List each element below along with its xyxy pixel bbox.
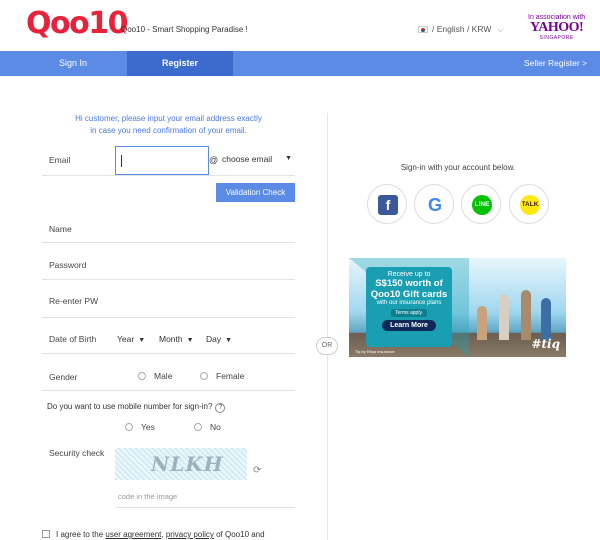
dob-day-select[interactable]: Day ▼: [206, 334, 232, 344]
email-notice: Hi customer, please input your email add…: [42, 113, 295, 137]
radio-circle-icon: [138, 372, 146, 380]
at-symbol: @: [209, 155, 219, 165]
person-figure: [499, 294, 509, 340]
banner-byline: Tiq by Etiqa Insurance: [355, 349, 395, 354]
promo-line-3: Qoo10 Gift cards: [370, 289, 448, 300]
header: Qoo10 Qoo10 - Smart Shopping Paradise ! …: [0, 0, 600, 51]
partner-name: YAHOO!: [529, 20, 584, 35]
gender-female-label: Female: [216, 371, 245, 381]
vertical-divider: [327, 113, 328, 540]
notice-line-1: Hi customer, please input your email add…: [75, 114, 262, 123]
dropdown-arrow-icon: ▼: [285, 155, 292, 162]
chevron-down-icon: ⌵: [497, 25, 504, 34]
radio-circle-icon: [200, 372, 208, 380]
dropdown-arrow-icon: ▼: [225, 337, 233, 344]
korea-flag-icon: [418, 26, 428, 33]
dob-label: Date of Birth: [49, 334, 97, 344]
email-domain-value: choose email: [222, 154, 273, 164]
promo-line-1: Receive up to: [387, 271, 431, 278]
promo-card: Receive up to S$150 worth of Qoo10 Gift …: [366, 267, 452, 347]
dropdown-arrow-icon: ▼: [186, 337, 194, 344]
mobile-question-text: Do you want to use mobile number for sig…: [47, 402, 213, 411]
facebook-icon: f: [378, 195, 398, 215]
slogan: Qoo10 - Smart Shopping Paradise !: [121, 25, 248, 34]
gender-female-radio[interactable]: Female: [200, 371, 244, 381]
user-agreement-link[interactable]: user agreement: [105, 530, 161, 539]
tab-sign-in[interactable]: Sign In: [0, 51, 146, 76]
gender-male-label: Male: [154, 371, 173, 381]
person-figure: [477, 306, 487, 340]
password-label: Password: [49, 260, 87, 270]
mobile-signin-question: Do you want to use mobile number for sig…: [47, 402, 226, 413]
language-label: / English / KRW: [432, 24, 492, 34]
mobile-yes-radio[interactable]: Yes: [125, 422, 155, 432]
insurance-promo-banner[interactable]: Receive up to S$150 worth of Qoo10 Gift …: [349, 258, 566, 357]
or-badge: OR: [316, 337, 338, 355]
dob-month-select[interactable]: Month ▼: [159, 334, 194, 344]
email-input[interactable]: [115, 146, 209, 175]
google-icon: G: [427, 195, 442, 215]
agree-suffix: of Qoo10 and: [213, 530, 265, 539]
promo-line-4: with our insurance plans: [376, 300, 442, 306]
text-caret: [121, 155, 122, 167]
google-signin-button[interactable]: G: [414, 184, 454, 224]
dob-year-value: Year: [117, 334, 135, 344]
dob-year-select[interactable]: Year ▼: [117, 334, 145, 344]
captcha-image: NLKH: [115, 448, 247, 480]
email-domain-select[interactable]: choose email ▼: [222, 154, 292, 164]
promo-terms: Terms apply.: [391, 309, 427, 317]
mobile-no-label: No: [210, 422, 221, 432]
captcha-code-placeholder: code in the image: [118, 492, 178, 501]
validation-check-button[interactable]: Validation Check: [216, 183, 295, 202]
privacy-policy-link[interactable]: privacy policy: [166, 530, 214, 539]
agreement-checkbox-row[interactable]: I agree to the user agreement, privacy p…: [42, 530, 265, 539]
dropdown-arrow-icon: ▼: [138, 337, 146, 344]
yahoo-partner-logo: In association with YAHOO! SINGAPORE: [528, 14, 585, 41]
tiq-brand: #tiq: [531, 337, 560, 351]
notice-line-2: in case you need confirmation of your em…: [90, 126, 247, 135]
seller-register-link[interactable]: Seller Register >: [524, 51, 587, 76]
line-signin-button[interactable]: LINE: [461, 184, 501, 224]
radio-circle-icon: [194, 423, 202, 431]
promo-line-2: S$150 worth of: [375, 278, 443, 289]
dob-day-value: Day: [206, 334, 222, 344]
gender-male-radio[interactable]: Male: [138, 371, 172, 381]
qoo10-logo[interactable]: Qoo10: [26, 6, 128, 42]
line-icon: LINE: [472, 195, 492, 215]
person-figure: [541, 298, 551, 340]
name-label: Name: [49, 224, 72, 234]
refresh-icon[interactable]: ⟳: [253, 465, 261, 476]
beach-people-image: [469, 280, 559, 340]
checkbox-icon[interactable]: [42, 530, 50, 538]
reenter-password-row[interactable]: Re-enter PW: [42, 280, 295, 318]
mobile-no-radio[interactable]: No: [194, 422, 221, 432]
nav-bar: Sign In Register Seller Register >: [0, 51, 600, 76]
reenter-password-label: Re-enter PW: [49, 296, 99, 306]
facebook-signin-button[interactable]: f: [367, 184, 407, 224]
social-signin-title: Sign-in with your account below.: [400, 163, 516, 172]
captcha-text: NLKH: [151, 452, 224, 476]
name-row[interactable]: Name: [42, 210, 295, 243]
learn-more-button[interactable]: Learn More: [382, 320, 436, 331]
kakaotalk-icon: TALK: [520, 195, 540, 215]
dob-month-value: Month: [159, 334, 183, 344]
language-selector[interactable]: / English / KRW ⌵: [418, 24, 503, 35]
person-figure: [521, 290, 531, 340]
security-check-label: Security check: [49, 448, 105, 458]
tab-register[interactable]: Register: [127, 51, 233, 76]
gender-label: Gender: [49, 372, 78, 382]
agree-prefix: I agree to the: [56, 530, 106, 539]
partner-region: SINGAPORE: [539, 35, 574, 41]
email-label: Email: [49, 155, 71, 165]
radio-circle-icon: [125, 423, 133, 431]
kakaotalk-signin-button[interactable]: TALK: [509, 184, 549, 224]
help-icon[interactable]: ?: [215, 403, 226, 413]
mobile-yes-label: Yes: [141, 422, 155, 432]
password-row[interactable]: Password: [42, 243, 295, 280]
